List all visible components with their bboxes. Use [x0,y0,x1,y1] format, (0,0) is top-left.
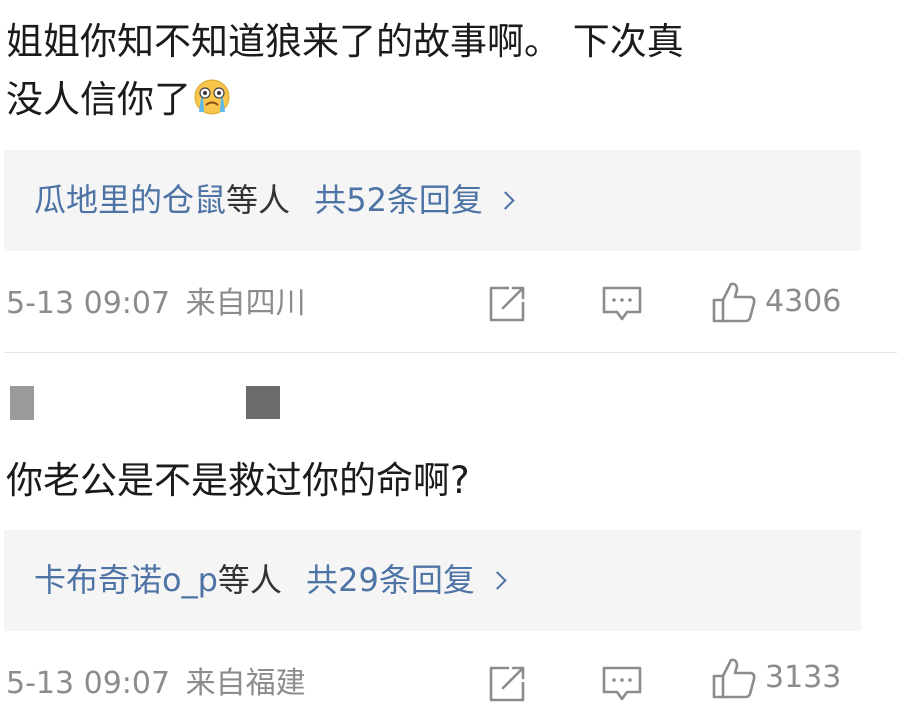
reply-preview[interactable]: 卡布奇诺o_p等人 共29条回复 [4,530,861,631]
like-icon [712,658,756,699]
reply-count[interactable]: 共52条回复 [314,181,483,219]
reply-preview-text: 瓜地里的仓鼠等人 共52条回复 [34,150,515,251]
like-button[interactable]: 4306 [711,282,842,323]
chevron-right-icon [496,191,515,210]
reply-preview-text: 卡布奇诺o_p等人 共29条回复 [34,530,507,631]
chevron-right-icon [488,571,507,590]
comment-text: 你老公是不是救过你的命啊? [6,452,470,510]
comment-divider [4,352,897,353]
comment-button[interactable] [601,284,643,324]
comment-text-second-line: 没人信你了 [6,71,231,129]
like-button[interactable]: 3133 [711,658,842,699]
comment-time: 5-13 09:07 [6,286,171,321]
comment-meta: 5-13 09:07 来自四川 [6,284,306,324]
comment-text: 姐姐你知不知道狼来了的故事啊。 下次真 [6,13,684,71]
like-icon [712,282,756,323]
comment-text-line-2: 没人信你了 [6,78,191,121]
censored-username [246,386,280,419]
comment-icon [602,286,642,321]
comment-location: 来自四川 [185,286,306,321]
share-button[interactable] [487,664,527,704]
comment-time: 5-13 09:07 [6,666,171,701]
reply-users[interactable]: 瓜地里的仓鼠 [34,181,226,219]
reply-count[interactable]: 共29条回复 [306,561,475,599]
share-icon [489,286,525,322]
reply-preview[interactable]: 瓜地里的仓鼠等人 共52条回复 [4,150,861,251]
reply-users[interactable]: 卡布奇诺o_p [34,561,218,599]
comment-icon [602,666,642,701]
comment-text-line-1: 你老公是不是救过你的命啊? [6,459,470,502]
comment-text-line-1: 姐姐你知不知道狼来了的故事啊。 下次真 [6,20,684,63]
share-icon [489,666,525,702]
reply-others: 等人 [226,181,291,219]
reply-others: 等人 [217,561,282,599]
like-count: 3133 [765,660,842,695]
crying-emoji [193,75,231,115]
comment-meta: 5-13 09:07 来自福建 [6,664,306,704]
comment-button[interactable] [601,664,643,704]
avatar[interactable] [10,386,34,420]
share-button[interactable] [487,284,527,324]
like-count: 4306 [765,284,842,319]
comment-location: 来自福建 [185,666,306,701]
